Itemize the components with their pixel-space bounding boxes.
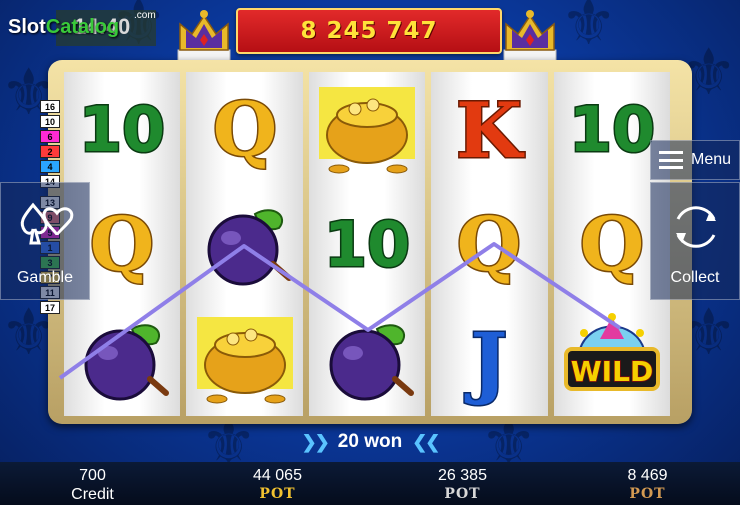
symbol-wild: WILD bbox=[554, 301, 670, 416]
symbol-plum bbox=[64, 301, 180, 416]
pot-silver: 26 385 POT bbox=[370, 462, 555, 505]
crown-icon bbox=[503, 10, 557, 63]
symbol-plum bbox=[309, 301, 425, 416]
hamburger-icon bbox=[658, 151, 683, 169]
payline-number: 16 bbox=[40, 100, 60, 113]
symbol-text: K bbox=[456, 86, 525, 175]
circular-arrows-icon bbox=[676, 206, 716, 248]
reel-3: 10 bbox=[308, 72, 426, 416]
symbol-ten: 10 bbox=[64, 72, 180, 187]
gamble-button[interactable]: Gamble bbox=[0, 182, 90, 300]
menu-label: Menu bbox=[690, 151, 732, 168]
symbol-gold-pot bbox=[309, 72, 425, 187]
logo-suffix: .com bbox=[134, 10, 156, 21]
collect-label: Collect bbox=[670, 269, 720, 286]
win-message: ❯❯ 20 won ❮❮ bbox=[0, 428, 740, 456]
card-suits-icon bbox=[20, 202, 74, 245]
pot-bronze-value: 8 469 bbox=[627, 467, 668, 484]
bottom-status-bar: 700 Credit 44 065 POT 26 385 POT 8 469 P… bbox=[0, 462, 740, 505]
logo-brand-part1: Slot bbox=[8, 16, 46, 38]
gamble-label: Gamble bbox=[16, 269, 74, 286]
symbol-text: 10 bbox=[569, 93, 655, 166]
credit-value: 700 bbox=[79, 467, 106, 484]
pot-gold-label: POT bbox=[259, 486, 296, 502]
symbol-text: WILD bbox=[571, 355, 653, 388]
symbol-ten: 10 bbox=[309, 187, 425, 302]
slotcatalog-logo: 14:40 SlotCatalog .com bbox=[8, 10, 156, 50]
credit-display: 700 Credit bbox=[0, 462, 185, 505]
symbol-jack: J bbox=[431, 301, 547, 416]
crown-icon bbox=[177, 10, 231, 63]
symbol-text: 10 bbox=[324, 208, 410, 281]
payline-number: 17 bbox=[40, 301, 60, 314]
symbol-king: K bbox=[431, 72, 547, 187]
win-text: 20 won bbox=[337, 431, 403, 452]
symbol-plum bbox=[186, 187, 302, 302]
symbol-text: Q bbox=[90, 202, 154, 288]
pot-bronze-label: POT bbox=[629, 486, 666, 502]
symbol-text: Q bbox=[457, 202, 521, 288]
collect-button[interactable]: Collect bbox=[650, 182, 740, 300]
menu-button[interactable]: Menu bbox=[650, 140, 740, 180]
reel-4: KQJ bbox=[431, 72, 548, 416]
jackpot-banner: 8 245 747 bbox=[236, 8, 502, 54]
symbol-text: 10 bbox=[79, 93, 165, 166]
pot-silver-value: 26 385 bbox=[438, 467, 487, 484]
symbol-text: J bbox=[465, 317, 508, 408]
pot-silver-label: POT bbox=[444, 486, 481, 502]
reels-area: 10 Q Q 10 K Q J 10 Q WILD bbox=[64, 72, 671, 416]
pot-gold-value: 44 065 bbox=[253, 467, 302, 484]
payline-number: 6 bbox=[40, 130, 60, 143]
payline-numbers-upper: 161062414 bbox=[40, 100, 62, 188]
credit-label: Credit bbox=[71, 486, 114, 503]
chevrons-left-icon: ❮❮ bbox=[412, 431, 440, 452]
pot-gold: 44 065 POT bbox=[185, 462, 370, 505]
pot-bronze: 8 469 POT bbox=[555, 462, 740, 505]
symbol-queen: Q bbox=[431, 187, 547, 302]
chevrons-right-icon: ❯❯ bbox=[301, 431, 330, 452]
payline-number: 10 bbox=[40, 115, 60, 128]
symbol-text: Q bbox=[580, 202, 644, 288]
symbol-text: Q bbox=[212, 87, 276, 173]
jackpot-value: 8 245 747 bbox=[300, 18, 438, 44]
reel-2: Q bbox=[186, 72, 303, 416]
logo-brand-part2: Catalog bbox=[45, 16, 120, 38]
logo-text: SlotCatalog bbox=[8, 16, 119, 39]
symbol-gold-pot bbox=[186, 301, 302, 416]
payline-number: 4 bbox=[40, 160, 60, 173]
payline-number: 2 bbox=[40, 145, 60, 158]
symbol-queen: Q bbox=[186, 72, 302, 187]
